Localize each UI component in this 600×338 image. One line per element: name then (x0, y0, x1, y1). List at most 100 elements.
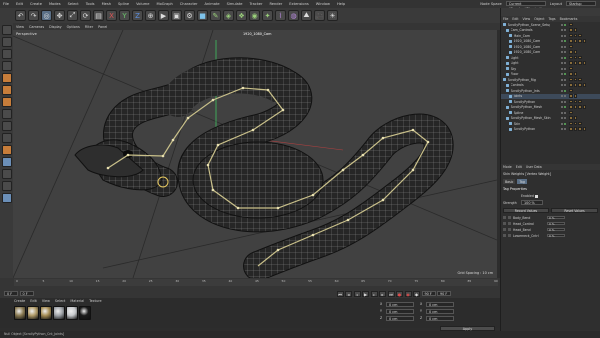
object-row[interactable]: 1920_1080_Cam (501, 44, 600, 49)
object-tags[interactable] (569, 77, 582, 82)
joint-checkbox[interactable] (503, 216, 506, 219)
axis-x-icon[interactable]: X (106, 10, 117, 21)
lock-workplane-icon[interactable] (1, 169, 12, 179)
field-icon[interactable]: ◍ (288, 10, 299, 21)
point-mode-icon[interactable] (1, 73, 12, 83)
material-swatch-5[interactable] (66, 306, 78, 320)
render-picture-viewer-icon[interactable]: ▣ (171, 10, 182, 21)
object-tags[interactable] (569, 105, 586, 109)
polygon-mode-icon[interactable] (1, 97, 12, 107)
light-icon[interactable]: ☀ (327, 10, 338, 21)
object-row[interactable]: ScrollyPython_Scene_Setup (501, 22, 600, 27)
am-menu-user-data[interactable]: User Data (526, 165, 542, 169)
visibility-toggle[interactable] (561, 128, 567, 131)
visibility-toggle[interactable] (561, 23, 567, 26)
previous-key-icon[interactable]: ◂ (345, 290, 352, 297)
volume-icon[interactable]: ◉ (249, 10, 260, 21)
object-tags[interactable] (569, 22, 573, 27)
menu-render[interactable]: Render (269, 2, 282, 6)
object-tags[interactable] (569, 121, 582, 126)
viewport-menu-filter[interactable]: Filter (85, 25, 93, 29)
menu-character[interactable]: Character (180, 2, 198, 6)
visibility-toggle[interactable] (561, 56, 567, 59)
object-tags[interactable] (569, 110, 573, 115)
coord-position-field[interactable]: 0 cm (386, 315, 414, 321)
max-frame-field[interactable]: 90 F (437, 291, 451, 296)
timeline-ruler[interactable]: 0 5 10 15 20 25 30 35 40 45 50 55 60 65 70 75 80 85 90 (14, 279, 498, 286)
axis-z-icon[interactable]: Z (132, 10, 143, 21)
tab-basic[interactable]: Basic (503, 179, 516, 184)
visibility-toggle[interactable] (561, 122, 567, 125)
joint-weight-row[interactable]: Head_Bend 0 % (503, 227, 599, 232)
om-menu-edit[interactable]: Edit (512, 17, 518, 21)
material-swatch-1[interactable] (14, 306, 26, 320)
mm-menu-texture[interactable]: Texture (89, 299, 101, 303)
viewport-menu-view[interactable]: View (16, 25, 24, 29)
mm-menu-view[interactable]: View (42, 299, 50, 303)
visibility-toggle[interactable] (561, 40, 567, 43)
joint-weight-field[interactable]: 0 % (547, 215, 565, 219)
coord-position-field[interactable]: 0 cm (386, 308, 414, 314)
joint-weight-row[interactable]: Body_Bend 0 % (503, 215, 599, 220)
visibility-toggle[interactable] (561, 100, 567, 103)
am-menu-edit[interactable]: Edit (516, 165, 522, 169)
rotate-icon[interactable]: ⟳ (80, 10, 91, 21)
object-tags[interactable] (569, 39, 586, 43)
undo-icon[interactable]: ↶ (15, 10, 26, 21)
joint-lock-checkbox[interactable] (508, 222, 511, 225)
material-swatch-6[interactable] (79, 306, 91, 320)
axis-y-icon[interactable]: Y (119, 10, 130, 21)
strength-field[interactable]: 100 % (521, 200, 543, 205)
visibility-toggle[interactable] (561, 51, 567, 54)
coordinate-system-icon[interactable]: ⊕ (145, 10, 156, 21)
object-tags[interactable] (569, 94, 577, 98)
mm-menu-edit[interactable]: Edit (30, 299, 37, 303)
array-icon[interactable]: ❖ (236, 10, 247, 21)
object-tags[interactable] (569, 66, 573, 71)
object-tags[interactable] (569, 116, 577, 120)
joint-weight-row[interactable]: Head_Control 0 % (503, 221, 599, 226)
camera-icon[interactable]: 🎥 (314, 10, 325, 21)
tab-tag[interactable]: Tag (517, 179, 527, 184)
visibility-toggle[interactable] (561, 84, 567, 87)
object-row[interactable]: Spline (501, 110, 600, 115)
workplane-icon[interactable] (1, 157, 12, 167)
make-editable-icon[interactable] (1, 25, 12, 35)
move-icon[interactable]: ✥ (54, 10, 65, 21)
object-tags[interactable] (569, 99, 582, 104)
live-selection-icon[interactable]: ◎ (41, 10, 52, 21)
previous-frame-icon[interactable]: ◃ (353, 290, 361, 297)
subdivision-icon[interactable]: ◈ (223, 10, 234, 21)
viewport-menu-display[interactable]: Display (49, 25, 62, 29)
visibility-toggle[interactable] (561, 106, 567, 109)
object-row[interactable]: Controls (501, 83, 600, 88)
deformer-icon[interactable]: ⌇ (275, 10, 286, 21)
viewport-menu-panel[interactable]: Panel (98, 25, 107, 29)
joint-lock-checkbox[interactable] (508, 228, 511, 231)
edge-mode-icon[interactable] (1, 85, 12, 95)
scene-icon[interactable]: ⛰ (301, 10, 312, 21)
om-menu-bookmarks[interactable]: Bookmarks (560, 17, 578, 21)
visibility-toggle[interactable] (561, 34, 567, 37)
material-swatch-4[interactable] (53, 306, 65, 320)
menu-extensions[interactable]: Extensions (289, 2, 309, 6)
object-row[interactable]: 1920_1080_Cam (501, 39, 600, 44)
texture-mode-icon[interactable] (1, 49, 12, 59)
menu-window[interactable]: Window (316, 2, 330, 6)
menu-animate[interactable]: Animate (205, 2, 220, 6)
om-menu-tags[interactable]: Tags (549, 17, 556, 21)
object-tags[interactable] (569, 55, 582, 60)
visibility-toggle[interactable] (561, 62, 567, 65)
menu-help[interactable]: Help (337, 2, 345, 6)
object-tags[interactable] (569, 33, 582, 38)
object-tags[interactable] (569, 50, 577, 54)
solo-icon[interactable] (1, 181, 12, 191)
object-row[interactable]: Cam_Controls (501, 28, 600, 33)
menu-tools[interactable]: Tools (86, 2, 95, 6)
menu-select[interactable]: Select (68, 2, 79, 6)
object-row[interactable]: ScrollyPython (501, 99, 600, 104)
uv-mode-icon[interactable] (1, 109, 12, 119)
object-row[interactable]: Main_Cam (501, 33, 600, 38)
menu-simulate[interactable]: Simulate (227, 2, 243, 6)
object-row[interactable]: Sky (501, 66, 600, 71)
